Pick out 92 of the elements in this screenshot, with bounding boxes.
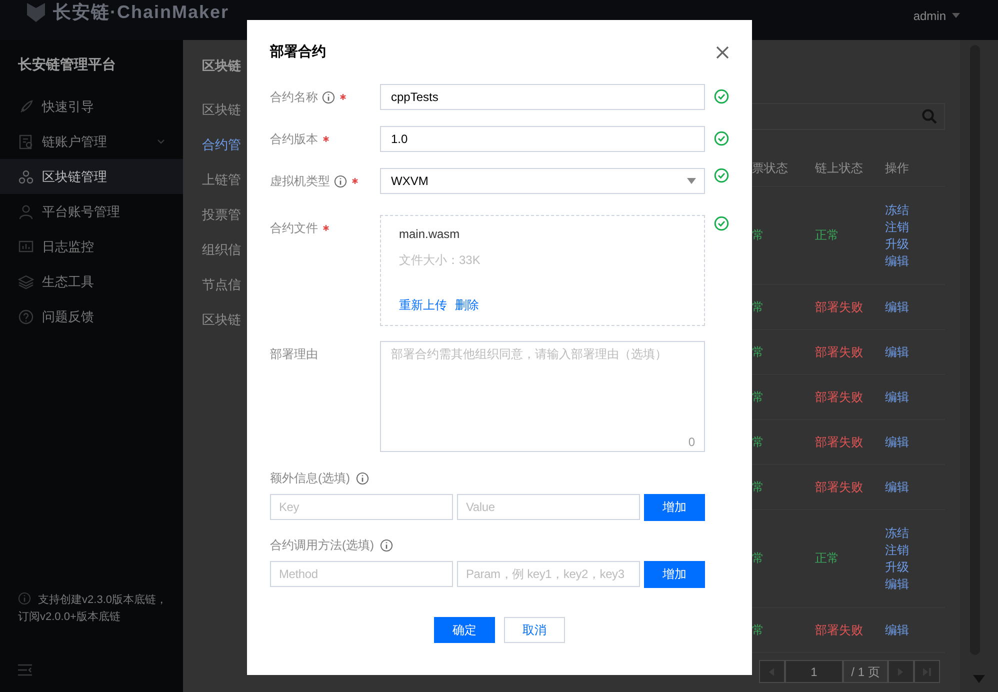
nodes-icon [18,168,34,184]
table-cell: 部署失败 [815,622,863,638]
table-cell: 部署失败 [815,478,863,496]
table-cell: 正常 [815,550,839,567]
scroll-down-icon[interactable] [973,675,985,683]
action-link[interactable]: 编辑 [885,576,909,592]
field-label: 合约版本 [270,130,318,148]
action-link[interactable]: 注销 [885,542,909,558]
cancel-button[interactable]: 取消 [504,617,565,643]
table-cell: 常 [752,434,764,450]
table-cell: 正常 [815,227,839,244]
action-link[interactable]: 冻结 [885,524,909,542]
file-size: 文件大小：33K [399,252,482,269]
close-icon[interactable] [716,46,729,58]
action-link[interactable]: 编辑 [885,478,909,496]
action-link[interactable]: 升级 [885,236,909,252]
logo-text: 长安链·ChainMaker [53,1,230,24]
sidebar-item[interactable]: 日志监控 [0,229,183,264]
info-icon[interactable] [380,538,393,552]
table-cell: 部署失败 [815,434,863,450]
character-count: 0 [688,435,696,449]
page-input[interactable]: 1 [785,660,843,683]
caret-icon [687,178,696,184]
last-page-button[interactable] [914,660,940,683]
document-icon [18,134,34,150]
column-header: 链上状态 [815,160,864,176]
sidebar-item[interactable]: 区块链管理 [0,159,183,194]
caret-icon[interactable] [952,13,960,19]
input-field[interactable]: Key [270,494,453,520]
question-icon [18,308,34,324]
table-cell: 部署失败 [815,298,863,316]
table-cell: 部署失败 [815,344,863,360]
version-notice: 支持创建v2.3.0版本底链，订阅v2.0.0+版本底链 [18,592,168,625]
column-header: 操作 [885,160,910,176]
action-link[interactable]: 编辑 [885,344,909,360]
table-cell: 常 [752,478,764,496]
action-link[interactable]: 编辑 [885,388,909,406]
info-icon[interactable] [334,174,347,188]
input-field[interactable]: cppTests [380,84,706,110]
action-link[interactable]: 编辑 [885,622,909,638]
field-label: 合约文件 [270,220,318,236]
vm-type-select[interactable]: WXVM [380,168,706,194]
previous-page-button[interactable] [759,660,785,683]
action-link[interactable]: 升级 [885,558,909,576]
table-cell: 常 [752,622,764,638]
field-label: 部署理由 [270,346,318,362]
info-icon [18,592,31,605]
sidebar-item[interactable]: 生态工具 [0,264,183,299]
monitor-icon [18,238,34,254]
add-button[interactable]: 增加 [644,494,705,521]
table-cell: 部署失败 [815,388,863,406]
confirm-button[interactable]: 确定 [434,617,495,643]
search-icon[interactable] [922,109,937,124]
input-field[interactable]: Method [270,561,453,587]
action-link[interactable]: 注销 [885,218,909,236]
sidebar-item[interactable]: 平台账号管理 [0,194,183,229]
field-label: 额外信息(选填) [270,470,350,486]
dialog-title: 部署合约 [270,43,326,61]
sidebar-item[interactable]: 快速引导 [0,89,183,124]
action-link[interactable]: 编辑 [885,252,909,270]
table-cell: 常 [752,227,764,244]
action-link[interactable]: 冻结 [885,202,909,218]
file-action-link[interactable]: 删除 [455,297,479,314]
table-cell: 常 [752,550,764,567]
layers-icon [18,274,34,290]
info-icon[interactable] [356,472,369,484]
action-link[interactable]: 编辑 [885,434,909,450]
table-cell: 常 [752,298,764,316]
user-name[interactable]: admin [913,9,946,23]
table-cell: 常 [752,388,764,406]
sidebar-item[interactable]: 问题反馈 [0,299,183,334]
input-field[interactable]: Param，例 key1，key2，key3 [457,561,640,587]
info-icon[interactable] [322,90,335,104]
field-label: 合约调用方法(选填) [270,536,374,554]
platform-title: 长安链管理平台 [17,55,117,74]
next-page-button[interactable] [888,660,914,683]
person-icon [18,204,34,220]
file-action-link[interactable]: 重新上传 [399,297,447,314]
table-cell: 常 [752,344,764,360]
input-field[interactable]: 1.0 [380,126,706,152]
field-label: 合约名称 [270,88,318,106]
field-label: 虚拟机类型 [270,172,330,190]
file-name: main.wasm [399,227,461,241]
add-button[interactable]: 增加 [644,561,705,588]
shield-logo-icon [25,1,47,23]
collapse-menu-icon[interactable] [18,664,32,676]
sidebar-item[interactable]: 链账户管理 [0,124,183,159]
page-total: / 1 页 [843,660,888,683]
subnav-title: 区块链 [202,58,241,73]
input-field[interactable]: Value [457,494,640,520]
action-link[interactable]: 编辑 [885,298,909,316]
column-header: 票状态 [752,160,789,176]
